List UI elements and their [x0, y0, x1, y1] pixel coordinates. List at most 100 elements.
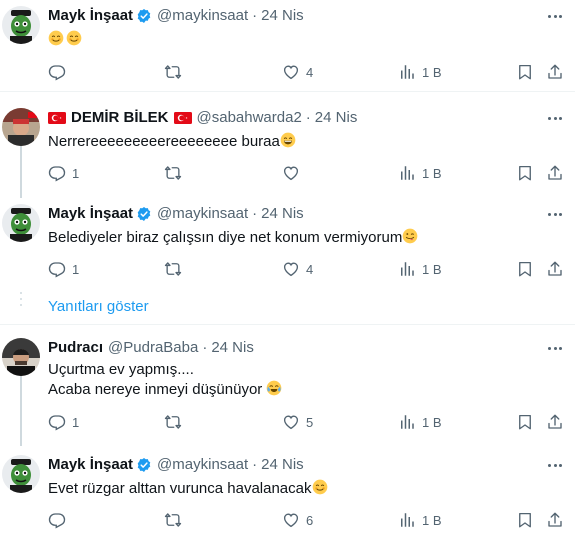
more-icon[interactable] [545, 8, 565, 24]
separator-dot: · [252, 456, 258, 473]
like-count: 5 [306, 414, 314, 430]
views-button[interactable]: 1 B [398, 510, 442, 530]
separator-dot: · [305, 109, 311, 126]
avatar[interactable] [2, 204, 40, 242]
reply-icon [48, 511, 66, 529]
show-replies-link[interactable]: Yanıtları göster [48, 297, 149, 317]
author-name[interactable]: DEMİR BİLEK [71, 108, 169, 128]
tweet[interactable]: Pudracı @PudraBaba · 24 Nis Uçurtma ev y… [0, 338, 575, 438]
views-icon [398, 164, 416, 182]
like-icon [282, 413, 300, 431]
like-button[interactable]: 6 [282, 510, 313, 530]
bookmark-button[interactable] [516, 412, 534, 432]
bookmark-button[interactable] [516, 163, 534, 183]
reply-count: 1 [72, 414, 80, 430]
author-handle[interactable]: @sabahwarda2 [197, 108, 302, 128]
author-name[interactable]: Pudracı [48, 338, 103, 358]
repost-icon [164, 164, 182, 182]
reply-button[interactable]: 1 [48, 163, 79, 183]
more-icon[interactable] [545, 457, 565, 473]
author-name[interactable]: Mayk İnşaat [48, 6, 133, 26]
tweet-date[interactable]: 24 Nis [315, 108, 358, 128]
like-button[interactable]: 4 [282, 259, 313, 279]
repost-button[interactable] [164, 510, 182, 530]
repost-button[interactable] [164, 412, 182, 432]
author-handle[interactable]: @maykinsaat [157, 6, 248, 26]
repost-icon [164, 260, 182, 278]
tweet[interactable]: Mayk İnşaat @maykinsaat · 24 Nis Belediy… [0, 204, 575, 284]
author-handle[interactable]: @maykinsaat [157, 204, 248, 224]
share-button[interactable] [546, 62, 564, 82]
tweet[interactable]: Mayk İnşaat @maykinsaat · 24 Nis 4 1 B [0, 6, 575, 86]
views-count: 1 B [422, 165, 442, 181]
tweet-header: Mayk İnşaat @maykinsaat · 24 Nis [48, 6, 304, 26]
like-icon [282, 260, 300, 278]
reply-icon [48, 164, 66, 182]
share-button[interactable] [546, 510, 564, 530]
views-button[interactable]: 1 B [398, 62, 442, 82]
separator-dot: · [252, 7, 258, 24]
more-icon[interactable] [545, 110, 565, 126]
tweet-text: Evet rüzgar alttan vurunca havalanacak [48, 479, 328, 499]
verified-icon [136, 8, 152, 24]
tweet-date[interactable]: 24 Nis [211, 338, 254, 358]
tweet-date[interactable]: 24 Nis [261, 6, 304, 26]
smiling-emoji-icon [312, 479, 328, 495]
share-icon [546, 413, 564, 431]
views-count: 1 B [422, 261, 442, 277]
bookmark-icon [516, 260, 534, 278]
avatar[interactable] [2, 338, 40, 376]
author-handle[interactable]: @maykinsaat [157, 455, 248, 475]
tweet-text-line: Belediyeler biraz çalışsın diye net konu… [48, 229, 403, 246]
share-icon [546, 63, 564, 81]
tweet-actions: 1 5 1 B [0, 412, 575, 432]
avatar[interactable] [2, 455, 40, 493]
thread-dots [20, 292, 22, 310]
repost-button[interactable] [164, 62, 182, 82]
tweet-date[interactable]: 24 Nis [261, 204, 304, 224]
like-icon [282, 511, 300, 529]
repost-button[interactable] [164, 259, 182, 279]
reply-button[interactable] [48, 510, 66, 530]
like-button[interactable]: 4 [282, 62, 313, 82]
bookmark-button[interactable] [516, 510, 534, 530]
repost-button[interactable] [164, 163, 182, 183]
author-name[interactable]: Mayk İnşaat [48, 455, 133, 475]
bookmark-button[interactable] [516, 259, 534, 279]
tweet[interactable]: Mayk İnşaat @maykinsaat · 24 Nis Evet rü… [0, 455, 575, 535]
more-icon[interactable] [545, 206, 565, 222]
author-name[interactable]: Mayk İnşaat [48, 204, 133, 224]
tweet-header: Mayk İnşaat @maykinsaat · 24 Nis [48, 455, 304, 475]
reply-button[interactable] [48, 62, 72, 82]
views-count: 1 B [422, 414, 442, 430]
repost-icon [164, 413, 182, 431]
reply-count: 1 [72, 261, 80, 277]
reply-icon [48, 413, 66, 431]
separator-dot: · [252, 205, 258, 222]
tweet-text-line: Evet rüzgar alttan vurunca havalanacak [48, 480, 312, 497]
reply-button[interactable]: 1 [48, 259, 79, 279]
like-count: 6 [306, 512, 314, 528]
avatar[interactable] [2, 6, 40, 44]
like-button[interactable] [282, 163, 300, 183]
share-button[interactable] [546, 163, 564, 183]
turkey-flag-icon [174, 112, 192, 124]
author-handle[interactable]: @PudraBaba [108, 338, 198, 358]
tweet-date[interactable]: 24 Nis [261, 455, 304, 475]
share-button[interactable] [546, 412, 564, 432]
more-icon[interactable] [545, 340, 565, 356]
reply-icon [48, 63, 66, 81]
bookmark-button[interactable] [516, 62, 534, 82]
smiling-emoji-icon [48, 30, 64, 46]
views-button[interactable]: 1 B [398, 163, 442, 183]
tweet[interactable]: DEMİR BİLEK @sabahwarda2 · 24 Nis Nerrer… [0, 108, 575, 188]
views-button[interactable]: 1 B [398, 412, 442, 432]
avatar[interactable] [2, 108, 40, 146]
share-button[interactable] [546, 259, 564, 279]
views-button[interactable]: 1 B [398, 259, 442, 279]
like-button[interactable]: 5 [282, 412, 313, 432]
views-count: 1 B [422, 512, 442, 528]
views-icon [398, 511, 416, 529]
reply-button[interactable]: 1 [48, 412, 79, 432]
turkey-flag-icon [48, 112, 66, 124]
